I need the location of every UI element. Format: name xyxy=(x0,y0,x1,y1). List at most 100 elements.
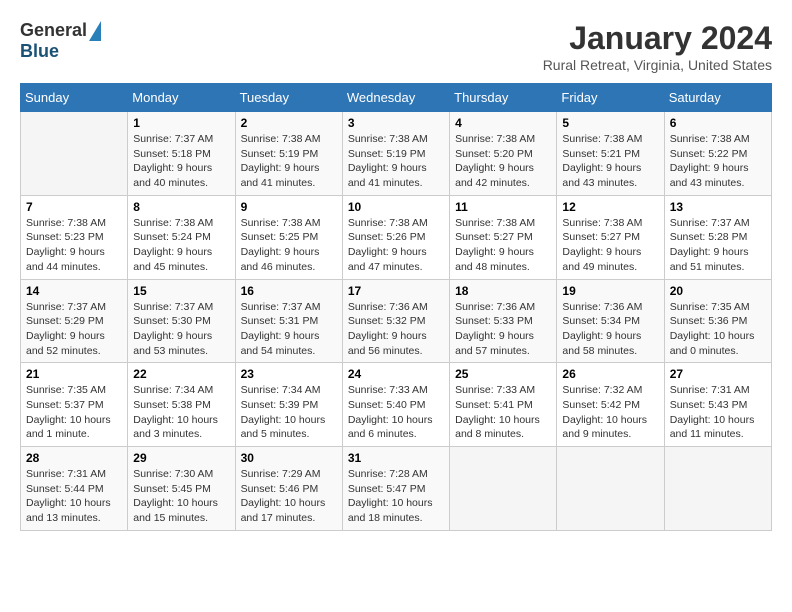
calendar-cell: 17Sunrise: 7:36 AM Sunset: 5:32 PM Dayli… xyxy=(342,279,449,363)
calendar-cell: 27 Sunrise: 7:31 AM Sunset: 5:43 PM Dayli… xyxy=(664,363,771,447)
calendar-cell: 19 Sunrise: 7:36 AM Sunset: 5:34 PM Dayli… xyxy=(557,279,664,363)
logo-blue-text: Blue xyxy=(20,41,101,62)
day-number: 6 xyxy=(670,116,766,130)
day-info: Sunrise: 7:35 AM Sunset: 5:36 PM Dayligh… xyxy=(670,300,766,359)
day-info: Sunrise: 7:33 AM Sunset: 5:41 PM Dayligh… xyxy=(455,383,551,442)
calendar-cell xyxy=(21,112,128,196)
day-info: Sunrise: 7:34 AM Sunset: 5:39 PM Dayligh… xyxy=(241,383,337,442)
day-number: 3 xyxy=(348,116,444,130)
calendar-table: SundayMondayTuesdayWednesdayThursdayFrid… xyxy=(20,83,772,531)
calendar-cell: 16 Sunrise: 7:37 AM Sunset: 5:31 PM Dayli… xyxy=(235,279,342,363)
calendar-cell: 25 Sunrise: 7:33 AM Sunset: 5:41 PM Dayli… xyxy=(450,363,557,447)
weekday-row: SundayMondayTuesdayWednesdayThursdayFrid… xyxy=(21,84,772,112)
calendar-cell: 21 Sunrise: 7:35 AM Sunset: 5:37 PM Dayli… xyxy=(21,363,128,447)
calendar-cell: 4Sunrise: 7:38 AM Sunset: 5:20 PM Daylig… xyxy=(450,112,557,196)
calendar-cell: 28 Sunrise: 7:31 AM Sunset: 5:44 PM Dayli… xyxy=(21,447,128,531)
calendar-cell: 30Sunrise: 7:29 AM Sunset: 5:46 PM Dayli… xyxy=(235,447,342,531)
day-info: Sunrise: 7:38 AM Sunset: 5:23 PM Dayligh… xyxy=(26,216,122,275)
weekday-header-thursday: Thursday xyxy=(450,84,557,112)
calendar-cell: 13Sunrise: 7:37 AM Sunset: 5:28 PM Dayli… xyxy=(664,195,771,279)
day-info: Sunrise: 7:37 AM Sunset: 5:31 PM Dayligh… xyxy=(241,300,337,359)
calendar-week-3: 14Sunrise: 7:37 AM Sunset: 5:29 PM Dayli… xyxy=(21,279,772,363)
day-info: Sunrise: 7:31 AM Sunset: 5:44 PM Dayligh… xyxy=(26,467,122,526)
day-number: 23 xyxy=(241,367,337,381)
day-info: Sunrise: 7:31 AM Sunset: 5:43 PM Dayligh… xyxy=(670,383,766,442)
calendar-cell: 23 Sunrise: 7:34 AM Sunset: 5:39 PM Dayli… xyxy=(235,363,342,447)
weekday-header-saturday: Saturday xyxy=(664,84,771,112)
day-number: 7 xyxy=(26,200,122,214)
day-number: 18 xyxy=(455,284,551,298)
day-info: Sunrise: 7:38 AM Sunset: 5:21 PM Dayligh… xyxy=(562,132,658,191)
day-info: Sunrise: 7:37 AM Sunset: 5:30 PM Dayligh… xyxy=(133,300,229,359)
calendar-week-5: 28 Sunrise: 7:31 AM Sunset: 5:44 PM Dayli… xyxy=(21,447,772,531)
weekday-header-monday: Monday xyxy=(128,84,235,112)
day-info: Sunrise: 7:38 AM Sunset: 5:25 PM Dayligh… xyxy=(241,216,337,275)
day-info: Sunrise: 7:37 AM Sunset: 5:18 PM Dayligh… xyxy=(133,132,229,191)
calendar-body: 1Sunrise: 7:37 AM Sunset: 5:18 PM Daylig… xyxy=(21,112,772,531)
location-text: Rural Retreat, Virginia, United States xyxy=(543,57,772,73)
day-number: 19 xyxy=(562,284,658,298)
day-number: 13 xyxy=(670,200,766,214)
calendar-week-1: 1Sunrise: 7:37 AM Sunset: 5:18 PM Daylig… xyxy=(21,112,772,196)
calendar-cell: 10 Sunrise: 7:38 AM Sunset: 5:26 PM Dayli… xyxy=(342,195,449,279)
calendar-cell: 8Sunrise: 7:38 AM Sunset: 5:24 PM Daylig… xyxy=(128,195,235,279)
day-info: Sunrise: 7:38 AM Sunset: 5:27 PM Dayligh… xyxy=(562,216,658,275)
title-block: January 2024 Rural Retreat, Virginia, Un… xyxy=(543,20,772,73)
day-number: 28 xyxy=(26,451,122,465)
day-info: Sunrise: 7:38 AM Sunset: 5:22 PM Dayligh… xyxy=(670,132,766,191)
logo-triangle-icon xyxy=(89,21,101,41)
calendar-cell: 11 Sunrise: 7:38 AM Sunset: 5:27 PM Dayli… xyxy=(450,195,557,279)
logo: General Blue xyxy=(20,20,101,62)
day-number: 29 xyxy=(133,451,229,465)
calendar-cell: 26 Sunrise: 7:32 AM Sunset: 5:42 PM Dayli… xyxy=(557,363,664,447)
calendar-cell xyxy=(557,447,664,531)
calendar-cell xyxy=(450,447,557,531)
logo-general-text: General xyxy=(20,20,87,41)
day-number: 22 xyxy=(133,367,229,381)
day-number: 4 xyxy=(455,116,551,130)
day-number: 8 xyxy=(133,200,229,214)
day-number: 21 xyxy=(26,367,122,381)
day-info: Sunrise: 7:36 AM Sunset: 5:34 PM Dayligh… xyxy=(562,300,658,359)
day-info: Sunrise: 7:35 AM Sunset: 5:37 PM Dayligh… xyxy=(26,383,122,442)
weekday-header-wednesday: Wednesday xyxy=(342,84,449,112)
calendar-cell: 20Sunrise: 7:35 AM Sunset: 5:36 PM Dayli… xyxy=(664,279,771,363)
day-info: Sunrise: 7:38 AM Sunset: 5:19 PM Dayligh… xyxy=(348,132,444,191)
day-info: Sunrise: 7:32 AM Sunset: 5:42 PM Dayligh… xyxy=(562,383,658,442)
calendar-cell xyxy=(664,447,771,531)
day-number: 16 xyxy=(241,284,337,298)
calendar-cell: 31 Sunrise: 7:28 AM Sunset: 5:47 PM Dayli… xyxy=(342,447,449,531)
calendar-cell: 7 Sunrise: 7:38 AM Sunset: 5:23 PM Daylig… xyxy=(21,195,128,279)
day-info: Sunrise: 7:33 AM Sunset: 5:40 PM Dayligh… xyxy=(348,383,444,442)
calendar-cell: 9Sunrise: 7:38 AM Sunset: 5:25 PM Daylig… xyxy=(235,195,342,279)
calendar-cell: 14Sunrise: 7:37 AM Sunset: 5:29 PM Dayli… xyxy=(21,279,128,363)
day-info: Sunrise: 7:34 AM Sunset: 5:38 PM Dayligh… xyxy=(133,383,229,442)
day-info: Sunrise: 7:28 AM Sunset: 5:47 PM Dayligh… xyxy=(348,467,444,526)
calendar-cell: 6 Sunrise: 7:38 AM Sunset: 5:22 PM Daylig… xyxy=(664,112,771,196)
day-number: 26 xyxy=(562,367,658,381)
calendar-cell: 5 Sunrise: 7:38 AM Sunset: 5:21 PM Daylig… xyxy=(557,112,664,196)
calendar-cell: 22 Sunrise: 7:34 AM Sunset: 5:38 PM Dayli… xyxy=(128,363,235,447)
calendar-week-2: 7 Sunrise: 7:38 AM Sunset: 5:23 PM Daylig… xyxy=(21,195,772,279)
day-info: Sunrise: 7:38 AM Sunset: 5:27 PM Dayligh… xyxy=(455,216,551,275)
day-number: 2 xyxy=(241,116,337,130)
day-number: 24 xyxy=(348,367,444,381)
day-info: Sunrise: 7:36 AM Sunset: 5:33 PM Dayligh… xyxy=(455,300,551,359)
day-number: 10 xyxy=(348,200,444,214)
day-number: 25 xyxy=(455,367,551,381)
calendar-week-4: 21 Sunrise: 7:35 AM Sunset: 5:37 PM Dayli… xyxy=(21,363,772,447)
day-info: Sunrise: 7:38 AM Sunset: 5:26 PM Dayligh… xyxy=(348,216,444,275)
page-header: General Blue January 2024 Rural Retreat,… xyxy=(20,20,772,73)
day-number: 11 xyxy=(455,200,551,214)
calendar-cell: 12Sunrise: 7:38 AM Sunset: 5:27 PM Dayli… xyxy=(557,195,664,279)
calendar-cell: 3 Sunrise: 7:38 AM Sunset: 5:19 PM Daylig… xyxy=(342,112,449,196)
day-number: 14 xyxy=(26,284,122,298)
calendar-cell: 1Sunrise: 7:37 AM Sunset: 5:18 PM Daylig… xyxy=(128,112,235,196)
day-info: Sunrise: 7:38 AM Sunset: 5:19 PM Dayligh… xyxy=(241,132,337,191)
day-info: Sunrise: 7:36 AM Sunset: 5:32 PM Dayligh… xyxy=(348,300,444,359)
weekday-header-friday: Friday xyxy=(557,84,664,112)
day-number: 5 xyxy=(562,116,658,130)
weekday-header-sunday: Sunday xyxy=(21,84,128,112)
day-number: 31 xyxy=(348,451,444,465)
day-number: 27 xyxy=(670,367,766,381)
